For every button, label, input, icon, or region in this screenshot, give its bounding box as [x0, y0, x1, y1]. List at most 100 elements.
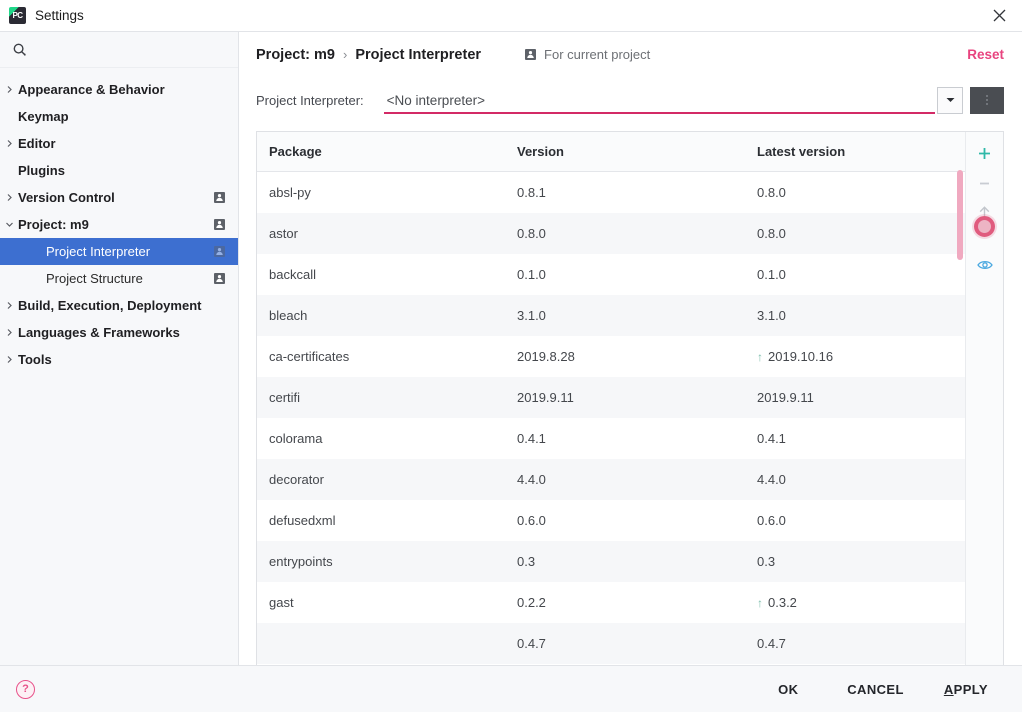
cell-package: ca-certificates: [257, 336, 505, 377]
project-scope-badge-icon: [213, 191, 226, 204]
cell-package: decorator: [257, 459, 505, 500]
interpreter-label: Project Interpreter:: [256, 92, 364, 108]
breadcrumb-separator: ›: [342, 47, 348, 62]
window-title: Settings: [35, 8, 84, 23]
ok-button[interactable]: OK: [753, 674, 823, 704]
project-scope-badge-icon: [213, 218, 226, 231]
table-row[interactable]: bleach 3.1.0 3.1.0: [257, 295, 965, 336]
cell-package: certifi: [257, 377, 505, 418]
settings-tree: Appearance & Behavior Keymap Editor Plug…: [0, 68, 238, 665]
apply-mnemonic: A: [943, 681, 954, 697]
interpreter-dropdown-button[interactable]: [937, 86, 963, 114]
sidebar-item-label: Build, Execution, Deployment: [18, 298, 202, 313]
sidebar-item-label: Appearance & Behavior: [18, 82, 165, 97]
column-header-latest-version[interactable]: Latest version: [745, 132, 965, 172]
close-icon: [993, 9, 1006, 22]
cell-version: 0.2.2: [505, 582, 745, 623]
sidebar-item-keymap[interactable]: Keymap: [0, 103, 238, 130]
table-row[interactable]: absl-py 0.8.1 0.8.0: [257, 171, 965, 213]
chevron-right-icon[interactable]: [0, 301, 18, 310]
table-row[interactable]: certifi 2019.9.11 2019.9.11: [257, 377, 965, 418]
cell-version: 0.3: [505, 541, 745, 582]
cell-latest: 0.3: [745, 541, 965, 582]
interpreter-row: Project Interpreter: <No interpreter>: [239, 77, 1022, 123]
package-table-container: Package Version Latest version absl-py 0…: [256, 131, 1004, 665]
reset-link[interactable]: Reset: [967, 47, 1004, 62]
chevron-down-icon: [946, 98, 954, 102]
chevron-right-icon[interactable]: [0, 355, 18, 364]
project-scope-badge-icon: [213, 272, 226, 285]
interpreter-options-button[interactable]: [970, 86, 1004, 114]
sidebar-item-editor[interactable]: Editor: [0, 130, 238, 157]
sidebar-search-row[interactable]: [0, 32, 238, 68]
sidebar-item-version-control[interactable]: Version Control: [0, 184, 238, 211]
cell-latest-text: 2019.9.11: [757, 390, 814, 405]
cell-latest-text: 0.6.0: [757, 513, 786, 528]
breadcrumb-parent[interactable]: Project: m9: [256, 47, 335, 63]
table-row[interactable]: ca-certificates 2019.8.28 ↑ 2019.10.16: [257, 336, 965, 377]
eye-icon: [976, 260, 993, 270]
scrollbar-thumb[interactable]: [957, 170, 963, 260]
table-row[interactable]: decorator 4.4.0 4.4.0: [257, 459, 965, 500]
add-package-button[interactable]: [968, 138, 1002, 168]
cell-package: astor: [257, 213, 505, 254]
table-row[interactable]: astor 0.8.0 0.8.0: [257, 213, 965, 254]
help-icon: ?: [22, 683, 29, 695]
cell-latest: 0.8.0: [745, 171, 965, 213]
chevron-right-icon[interactable]: [0, 85, 18, 94]
cell-package: colorama: [257, 418, 505, 459]
dialog-body: Appearance & Behavior Keymap Editor Plug…: [0, 32, 1022, 665]
chevron-right-icon[interactable]: [0, 328, 18, 337]
remove-package-button[interactable]: [968, 168, 1002, 198]
show-early-releases-button[interactable]: [968, 250, 1002, 280]
sidebar-item-project-m9[interactable]: Project: m9: [0, 211, 238, 238]
settings-sidebar: Appearance & Behavior Keymap Editor Plug…: [0, 32, 239, 665]
chevron-down-icon[interactable]: [0, 220, 18, 229]
cell-latest-text: 0.8.0: [757, 226, 786, 241]
interpreter-combobox[interactable]: <No interpreter>: [383, 86, 935, 114]
cell-version: 3.1.0: [505, 295, 745, 336]
package-table-body: absl-py 0.8.1 0.8.0 astor 0.8.0 0.8.0 ba…: [257, 171, 965, 664]
sidebar-item-label: Tools: [18, 352, 52, 367]
sidebar-item-project-structure[interactable]: Project Structure: [0, 265, 238, 292]
cell-version: 0.8.0: [505, 213, 745, 254]
package-table-scrollbar[interactable]: [956, 170, 964, 665]
help-button[interactable]: ?: [16, 679, 35, 699]
cell-latest-text: 3.1.0: [757, 308, 786, 323]
sidebar-item-plugins[interactable]: Plugins: [0, 157, 238, 184]
cell-latest: 0.6.0: [745, 500, 965, 541]
column-header-package[interactable]: Package: [257, 132, 505, 172]
table-row[interactable]: gast 0.2.2 ↑ 0.3.2: [257, 582, 965, 623]
sidebar-item-project-interpreter[interactable]: Project Interpreter: [0, 238, 238, 265]
table-row[interactable]: 0.4.7 0.4.7: [257, 623, 965, 664]
cell-package: [257, 623, 505, 664]
apply-button[interactable]: A PPLY: [928, 674, 1004, 704]
plus-icon: [979, 147, 990, 159]
search-icon: [13, 43, 26, 56]
cell-version: 0.6.0: [505, 500, 745, 541]
table-row[interactable]: backcall 0.1.0 0.1.0: [257, 254, 965, 295]
interpreter-value: <No interpreter>: [386, 92, 485, 108]
chevron-right-icon[interactable]: [0, 139, 18, 148]
sidebar-item-label: Plugins: [18, 163, 65, 178]
table-row[interactable]: entrypoints 0.3 0.3: [257, 541, 965, 582]
sidebar-item-tools[interactable]: Tools: [0, 346, 238, 373]
cell-latest-text: 0.4.7: [757, 636, 786, 651]
cancel-button[interactable]: CANCEL: [831, 674, 920, 704]
cell-latest-text: 0.1.0: [757, 267, 786, 282]
search-input[interactable]: [34, 42, 214, 57]
sidebar-item-build-execution-deployment[interactable]: Build, Execution, Deployment: [0, 292, 238, 319]
cell-latest: 0.8.0: [745, 213, 965, 254]
settings-main-panel: Project: m9 › Project Interpreter For cu…: [239, 32, 1022, 665]
cell-latest: 0.4.7: [745, 623, 965, 664]
table-row[interactable]: colorama 0.4.1 0.4.1: [257, 418, 965, 459]
sidebar-item-label: Project Structure: [46, 271, 143, 286]
sidebar-item-appearance-behavior[interactable]: Appearance & Behavior: [0, 76, 238, 103]
column-header-version[interactable]: Version: [505, 132, 745, 172]
sidebar-item-languages-frameworks[interactable]: Languages & Frameworks: [0, 319, 238, 346]
close-window-button[interactable]: [977, 0, 1022, 31]
scope-label: For current project: [544, 47, 651, 62]
table-row[interactable]: defusedxml 0.6.0 0.6.0: [257, 500, 965, 541]
cell-version: 0.1.0: [505, 254, 745, 295]
chevron-right-icon[interactable]: [0, 193, 18, 202]
